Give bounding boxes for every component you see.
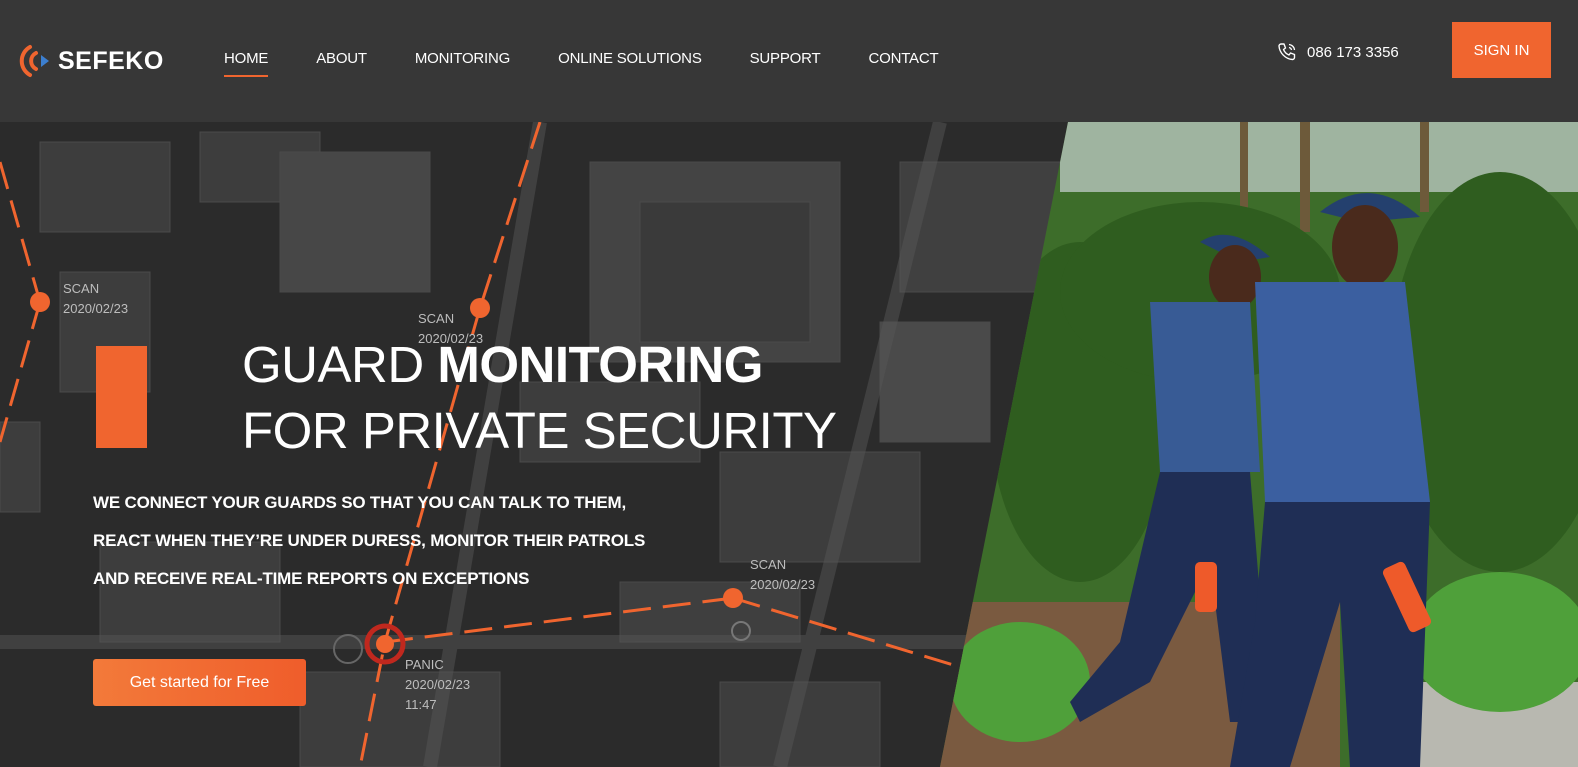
sign-in-button[interactable]: SIGN IN	[1452, 22, 1551, 78]
nav-support[interactable]: SUPPORT	[750, 50, 821, 67]
main-nav: HOME ABOUT MONITORING ONLINE SOLUTIONS S…	[224, 50, 939, 77]
map-point-label: SCAN 2020/02/23	[63, 281, 129, 316]
map-point-label: SCAN 2020/02/23	[750, 557, 816, 592]
get-started-button[interactable]: Get started for Free	[93, 659, 306, 706]
phone-icon	[1278, 43, 1296, 61]
nav-about[interactable]: ABOUT	[316, 50, 367, 67]
nav-online-solutions[interactable]: ONLINE SOLUTIONS	[558, 50, 702, 67]
hero-subtext: WE CONNECT YOUR GUARDS SO THAT YOU CAN T…	[93, 493, 646, 588]
logo[interactable]: SEFEKO	[16, 40, 176, 82]
phone-contact[interactable]: 086 173 3356	[1277, 40, 1399, 64]
nav-monitoring[interactable]: MONITORING	[415, 50, 510, 67]
hero-headline: GUARD MONITORING FOR PRIVATE SECURITY	[242, 336, 837, 459]
accent-bar	[96, 346, 147, 448]
nav-contact[interactable]: CONTACT	[868, 50, 938, 67]
logo-signal-icon	[19, 45, 49, 77]
nav-home[interactable]: HOME	[224, 50, 269, 77]
phone-number: 086 173 3356	[1307, 43, 1399, 61]
site-header: SEFEKO HOME ABOUT MONITORING ONLINE SOLU…	[0, 0, 1578, 122]
logo-text: SEFEKO	[58, 46, 164, 75]
panic-point-label: PANIC 2020/02/23 11:47	[405, 657, 471, 712]
hero-section: SCAN 2020/02/23 SCAN 2020/02/23 SCAN 202…	[0, 122, 1578, 767]
